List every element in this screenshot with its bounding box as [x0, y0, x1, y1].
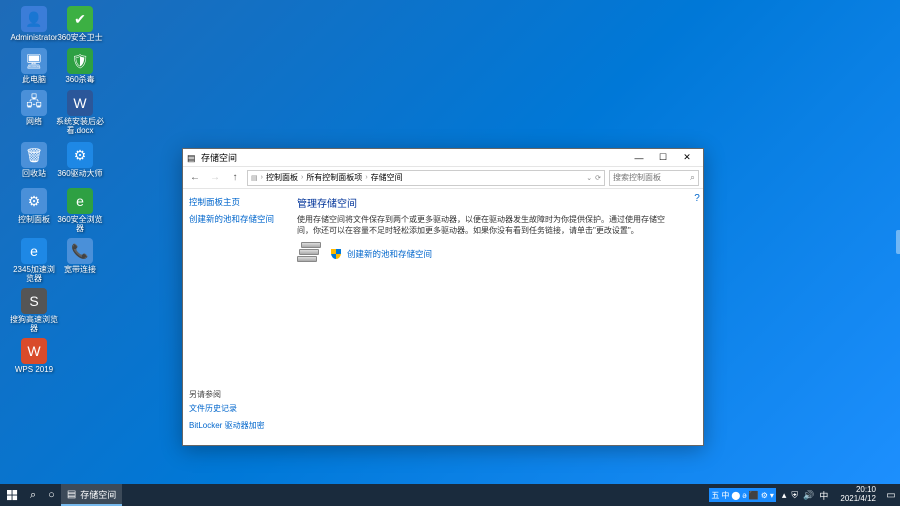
notification-center-icon[interactable]: ▭ — [882, 490, 900, 501]
main-header: 管理存储空间 — [297, 195, 675, 210]
right-edge-indicator — [896, 230, 900, 254]
tray-icons: ▴ ⛨ 🔊 中 — [776, 489, 835, 502]
tray-icon-3[interactable]: 中 — [819, 489, 828, 502]
taskbar-cortana-button[interactable]: ○ — [42, 484, 61, 506]
forward-button[interactable]: → — [207, 170, 223, 186]
crumb-0[interactable]: 控制面板 — [266, 172, 298, 183]
taskbar-app-storage[interactable]: ▤ 存储空间 — [61, 484, 122, 506]
breadcrumb[interactable]: ▤ › 控制面板 › 所有控制面板项 › 存储空间 ⌄ ⟳ — [247, 170, 605, 186]
desktop-icon-5[interactable]: W系统安装后必看.docx — [56, 90, 104, 136]
search-icon: ⌕ — [690, 172, 695, 183]
tray-icon-2[interactable]: 🔊 — [803, 490, 814, 501]
ime-item-5[interactable]: ⚙ — [761, 491, 768, 500]
main-description: 使用存储空间将文件保存到两个或更多驱动器，以便在驱动器发生故障时为你提供保护。通… — [297, 214, 675, 236]
taskbar-app-label: 存储空间 — [80, 488, 116, 501]
sidebar-footer-link-1[interactable]: BitLocker 驱动器加密 — [189, 421, 275, 431]
crumb-2[interactable]: 存储空间 — [371, 172, 403, 183]
system-tray: 五中⬤ə⬛⚙▾ ▴⛨🔊中 20:10 2021/4/12 ▭ — [709, 484, 900, 506]
breadcrumb-dropdown-icon[interactable]: ⌄ — [586, 174, 592, 182]
create-pool-link[interactable]: 创建新的池和存储空间 — [347, 248, 432, 260]
maximize-button[interactable]: ☐ — [651, 150, 675, 166]
drives-icon — [297, 242, 325, 266]
up-button[interactable]: ↑ — [227, 170, 243, 186]
desktop-icon-10[interactable]: e2345加速浏览器 — [10, 238, 58, 284]
clock[interactable]: 20:10 2021/4/12 — [834, 486, 882, 504]
desktop-icon-9[interactable]: e360安全浏览器 — [56, 188, 104, 234]
help-icon[interactable]: ? — [694, 193, 700, 204]
back-button[interactable]: ← — [187, 170, 203, 186]
taskbar: ⌕ ○ ▤ 存储空间 五中⬤ə⬛⚙▾ ▴⛨🔊中 20:10 2021/4/12 … — [0, 484, 900, 506]
sidebar-footer-link-0[interactable]: 文件历史记录 — [189, 404, 275, 414]
desktop-icon-2[interactable]: 🖥此电脑 — [10, 48, 58, 85]
clock-date: 2021/4/12 — [840, 495, 876, 504]
search-box[interactable]: ⌕ — [609, 170, 699, 186]
tray-icon-1[interactable]: ⛨ — [791, 490, 798, 501]
taskbar-app-icon: ▤ — [67, 489, 76, 500]
sidebar-link-create[interactable]: 创建新的池和存储空间 — [189, 214, 275, 225]
desktop-icon-12[interactable]: S搜狗高速浏览器 — [10, 288, 58, 334]
sidebar-link-home[interactable]: 控制面板主页 — [189, 197, 275, 208]
desktop-icon-0[interactable]: 👤Administrator — [10, 6, 58, 43]
sidebar: 控制面板主页 创建新的池和存储空间 另请参阅 文件历史记录 BitLocker … — [183, 189, 281, 445]
ime-item-3[interactable]: ə — [742, 491, 746, 500]
desktop-icon-8[interactable]: ⚙控制面板 — [10, 188, 58, 225]
window-title: 存储空间 — [201, 151, 627, 164]
ime-item-2[interactable]: ⬤ — [731, 491, 740, 500]
desktop-icon-7[interactable]: ⚙360驱动大师 — [56, 142, 104, 179]
desktop-icon-1[interactable]: ✔360安全卫士 — [56, 6, 104, 43]
desktop-icon-11[interactable]: 📞宽带连接 — [56, 238, 104, 275]
ime-status-bar[interactable]: 五中⬤ə⬛⚙▾ — [709, 488, 776, 502]
desktop-icon-3[interactable]: 🛡360杀毒 — [56, 48, 104, 85]
ime-item-4[interactable]: ⬛ — [749, 491, 759, 500]
window-icon: ▤ — [187, 153, 197, 163]
sidebar-footer-header: 另请参阅 — [189, 389, 275, 400]
titlebar[interactable]: ▤ 存储空间 — ☐ ✕ — [183, 149, 703, 167]
main-panel: 管理存储空间 使用存储空间将文件保存到两个或更多驱动器，以便在驱动器发生故障时为… — [281, 189, 691, 445]
control-panel-window: ▤ 存储空间 — ☐ ✕ ← → ↑ ▤ › 控制面板 › 所有控制面板项 › … — [182, 148, 704, 446]
search-input[interactable] — [613, 173, 690, 182]
navbar: ← → ↑ ▤ › 控制面板 › 所有控制面板项 › 存储空间 ⌄ ⟳ ⌕ — [183, 167, 703, 189]
breadcrumb-root-icon: ▤ — [251, 174, 258, 182]
close-button[interactable]: ✕ — [675, 150, 699, 166]
ime-item-1[interactable]: 中 — [721, 490, 729, 501]
action-row: 创建新的池和存储空间 — [297, 242, 675, 266]
content: 控制面板主页 创建新的池和存储空间 另请参阅 文件历史记录 BitLocker … — [183, 189, 703, 445]
minimize-button[interactable]: — — [627, 150, 651, 166]
desktop-icon-13[interactable]: WWPS 2019 — [10, 338, 58, 375]
refresh-icon[interactable]: ⟳ — [595, 174, 601, 182]
desktop-icon-6[interactable]: 🗑回收站 — [10, 142, 58, 179]
start-button[interactable] — [0, 484, 24, 506]
tray-icon-0[interactable]: ▴ — [782, 490, 787, 501]
ime-item-6[interactable]: ▾ — [770, 491, 774, 500]
desktop-icon-4[interactable]: 🖧网络 — [10, 90, 58, 127]
crumb-1[interactable]: 所有控制面板项 — [306, 172, 362, 183]
uac-shield-icon — [331, 249, 341, 259]
taskbar-search-button[interactable]: ⌕ — [24, 484, 42, 506]
ime-item-0[interactable]: 五 — [711, 490, 719, 501]
